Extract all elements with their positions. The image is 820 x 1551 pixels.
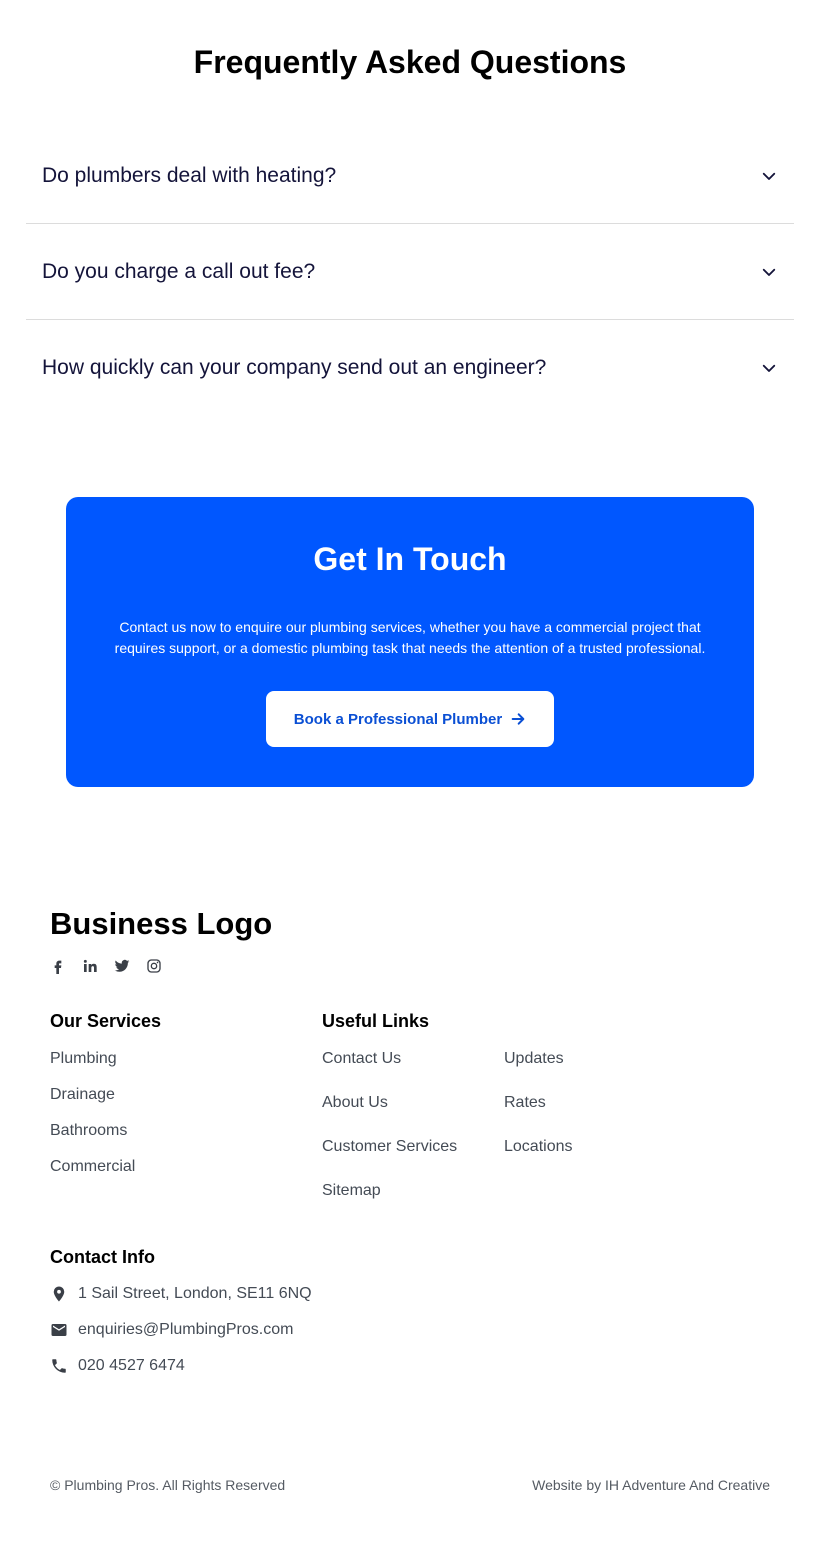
- contact-email[interactable]: enquiries@PlumbingPros.com: [50, 1321, 293, 1339]
- mail-icon: [51, 1324, 67, 1336]
- faq-item[interactable]: Do plumbers deal with heating?: [26, 128, 794, 224]
- useful-links-heading: Useful Links: [322, 1011, 430, 1031]
- faq-question: Do you charge a call out fee?: [42, 259, 316, 283]
- our-services-heading: Our Services: [50, 1011, 162, 1031]
- business-logo[interactable]: Business Logo: [50, 906, 272, 942]
- arrow-right-icon: [511, 713, 525, 725]
- chevron-down-icon: [762, 268, 776, 276]
- twitter-icon[interactable]: [114, 958, 130, 974]
- linkedin-icon[interactable]: [82, 958, 98, 974]
- faq-item[interactable]: How quickly can your company send out an…: [26, 320, 794, 416]
- location-pin-icon: [53, 1286, 65, 1302]
- phone-icon: [52, 1359, 66, 1373]
- social-links: [50, 958, 162, 974]
- footer-link-drainage[interactable]: Drainage: [50, 1086, 115, 1104]
- faq-question: Do plumbers deal with heating?: [42, 163, 337, 187]
- footer-link-sitemap[interactable]: Sitemap: [322, 1182, 381, 1200]
- contact-phone-text[interactable]: 020 4527 6474: [78, 1357, 185, 1375]
- website-credit[interactable]: Website by IH Adventure And Creative: [532, 1477, 770, 1493]
- footer-link-rates[interactable]: Rates: [504, 1094, 546, 1112]
- footer-link-about-us[interactable]: About Us: [322, 1094, 388, 1112]
- book-plumber-button[interactable]: Book a Professional Plumber: [266, 691, 554, 747]
- copyright-text: © Plumbing Pros. All Rights Reserved: [50, 1477, 286, 1493]
- contact-address-text: 1 Sail Street, London, SE11 6NQ: [78, 1285, 312, 1302]
- contact-info-heading: Contact Info: [50, 1247, 155, 1267]
- cta-title: Get In Touch: [313, 541, 507, 577]
- footer-link-commercial[interactable]: Commercial: [50, 1158, 135, 1176]
- footer-link-updates[interactable]: Updates: [504, 1050, 564, 1068]
- chevron-down-icon: [762, 172, 776, 180]
- faq-list: Do plumbers deal with heating? Do you ch…: [26, 128, 794, 416]
- book-plumber-button-label: Book a Professional Plumber: [293, 710, 503, 728]
- chevron-down-icon: [762, 364, 776, 372]
- cta-text: Contact us now to enquire our plumbing s…: [114, 619, 706, 656]
- contact-address: 1 Sail Street, London, SE11 6NQ: [50, 1285, 312, 1303]
- footer-link-customer-services[interactable]: Customer Services: [322, 1138, 457, 1156]
- contact-cta-card: Get In Touch Contact us now to enquire o…: [66, 497, 754, 787]
- instagram-icon[interactable]: [146, 958, 162, 974]
- footer-link-locations[interactable]: Locations: [504, 1138, 573, 1156]
- footer-link-plumbing[interactable]: Plumbing: [50, 1050, 117, 1068]
- contact-phone[interactable]: 020 4527 6474: [50, 1357, 185, 1375]
- footer-link-bathrooms[interactable]: Bathrooms: [50, 1122, 127, 1140]
- contact-email-text[interactable]: enquiries@PlumbingPros.com: [78, 1321, 293, 1339]
- faq-question: How quickly can your company send out an…: [42, 356, 547, 379]
- faq-title: Frequently Asked Questions: [193, 44, 627, 80]
- footer-link-contact-us[interactable]: Contact Us: [322, 1050, 401, 1068]
- facebook-icon[interactable]: [50, 958, 66, 974]
- faq-item[interactable]: Do you charge a call out fee?: [26, 224, 794, 320]
